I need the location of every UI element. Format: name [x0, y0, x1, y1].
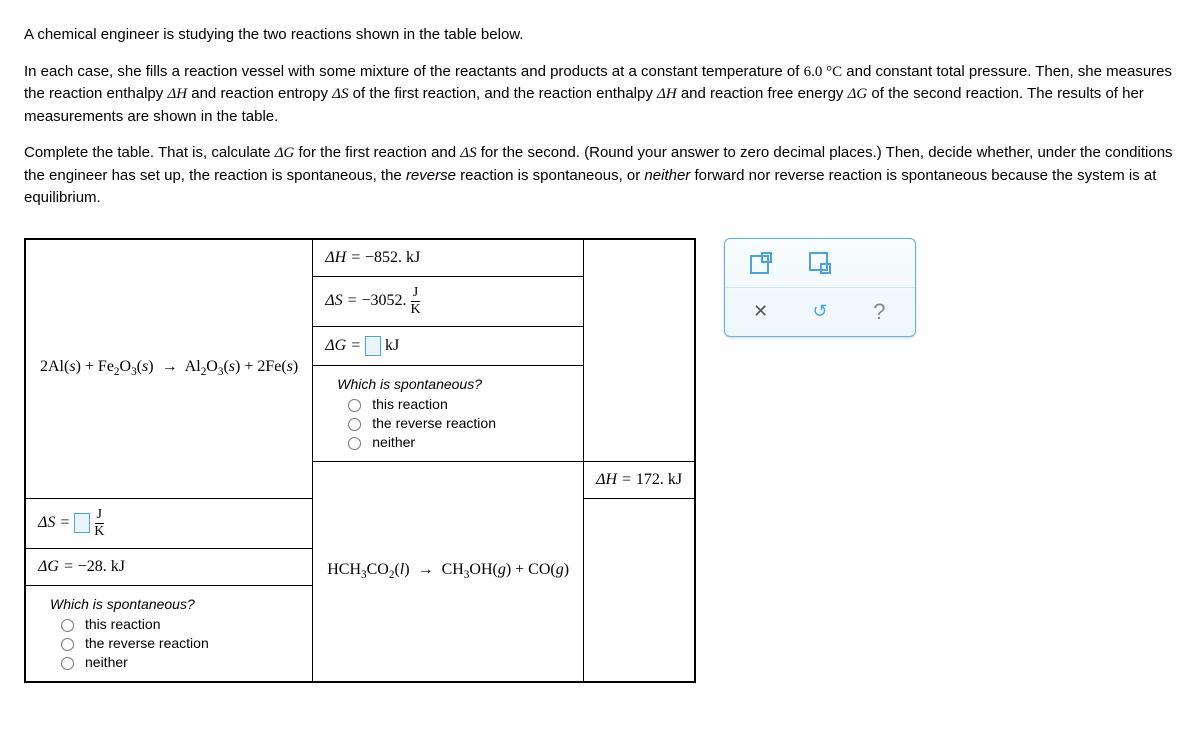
r1-spont-cell: Which is spontaneous? this reaction the … — [313, 365, 584, 461]
reaction-1-equation: 2Al(s) + Fe2O3(s) → Al2O3(s) + 2Fe(s) — [25, 239, 313, 499]
close-button[interactable]: ✕ — [746, 298, 776, 326]
reactions-table: 2Al(s) + Fe2O3(s) → Al2O3(s) + 2Fe(s) ΔH… — [24, 238, 696, 683]
spont-question: Which is spontaneous? — [50, 596, 300, 612]
subscript-button[interactable] — [805, 249, 835, 277]
r1-opt-neither[interactable]: neither — [337, 434, 571, 450]
r2-opt-reverse[interactable]: the reverse reaction — [50, 635, 300, 651]
intro-p3: Complete the table. That is, calculate Δ… — [24, 142, 1176, 210]
superscript-button[interactable] — [746, 249, 776, 277]
r2-opt-neither[interactable]: neither — [50, 654, 300, 670]
r1-dG-cell: ΔG = kJ — [313, 326, 584, 365]
reaction-2-equation: HCH3CO2(l) → CH3OH(g) + CO(g) — [313, 461, 584, 682]
intro-p1: A chemical engineer is studying the two … — [24, 24, 1176, 47]
math-toolbox: ✕ ↺ ? — [724, 238, 916, 337]
r2-dG-cell: ΔG = −28. kJ — [25, 548, 313, 585]
toolbox-spacer — [864, 249, 894, 277]
r2-dH-cell: ΔH = 172. kJ — [584, 461, 695, 498]
r1-dS-cell: ΔS = −3052. J K — [313, 276, 584, 326]
reset-button[interactable]: ↺ — [805, 298, 835, 326]
r1-dH-cell: ΔH = −852. kJ — [313, 239, 584, 277]
close-icon: ✕ — [753, 301, 768, 322]
unit-J-per-K: J K — [94, 508, 104, 539]
help-button[interactable]: ? — [864, 298, 894, 326]
r2-dS-input[interactable] — [74, 513, 90, 533]
r1-opt-this[interactable]: this reaction — [337, 396, 571, 412]
intro-p2: In each case, she fills a reaction vesse… — [24, 61, 1176, 129]
question-intro: A chemical engineer is studying the two … — [24, 24, 1176, 210]
r2-opt-this[interactable]: this reaction — [50, 616, 300, 632]
r1-opt-reverse[interactable]: the reverse reaction — [337, 415, 571, 431]
unit-J-per-K: J K — [410, 286, 420, 317]
r2-dS-cell: ΔS = J K — [25, 498, 313, 548]
r1-dG-input[interactable] — [365, 336, 381, 356]
help-icon: ? — [873, 299, 885, 325]
r2-spont-cell: Which is spontaneous? this reaction the … — [25, 585, 313, 682]
spont-question: Which is spontaneous? — [337, 376, 571, 392]
undo-icon: ↺ — [812, 301, 827, 322]
